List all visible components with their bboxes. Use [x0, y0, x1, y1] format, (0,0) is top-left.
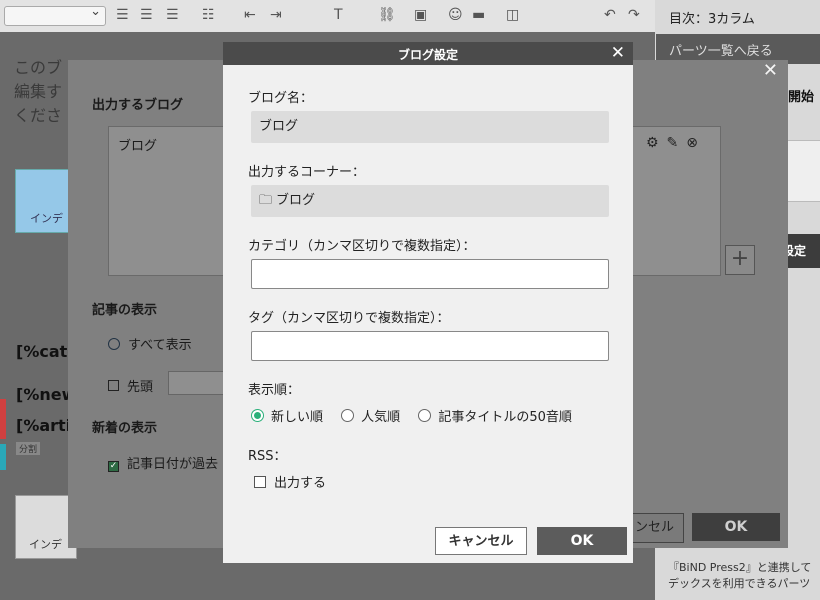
align-left-icon[interactable]: ☰ — [116, 7, 129, 23]
horizontal-rule-icon[interactable]: ▬ — [472, 7, 485, 23]
sort-popular-label: 人気順 — [361, 410, 401, 425]
panel-description-line1: 『BiND Press2』と連携して — [668, 561, 812, 574]
new-display-heading: 新着の表示 — [92, 421, 158, 436]
output-blog-heading: 出力するブログ — [92, 98, 184, 113]
tag-input[interactable] — [251, 331, 609, 361]
index-block-label: インデ — [30, 212, 63, 225]
rss-output-label: 出力する — [274, 476, 327, 491]
checkbox-checked-icon: ✓ — [108, 461, 119, 472]
cancel-button[interactable]: キャンセル — [435, 527, 527, 555]
split-tag[interactable]: 分割 — [16, 442, 41, 455]
panel-title: 目次：3カラム — [669, 12, 755, 27]
emoji-icon[interactable]: ☺ — [448, 7, 463, 23]
align-right-icon[interactable]: ☰ — [166, 7, 179, 23]
remove-icon[interactable]: ⊗ — [686, 135, 706, 151]
middle-ok-button[interactable]: OK — [692, 513, 780, 541]
blog-list-item[interactable]: ブログ — [118, 135, 157, 154]
checkbox-icon — [254, 476, 266, 488]
category-label: カテゴリ（カンマ区切りで複数指定）： — [248, 239, 476, 254]
middle-cancel-button[interactable]: ンセル — [626, 513, 684, 543]
radio-icon — [108, 338, 120, 350]
indent-increase-icon[interactable]: ⇥ — [270, 7, 282, 23]
radio-icon — [418, 409, 432, 422]
date-past-label: 記事日付が過去 — [127, 457, 219, 472]
back-to-parts-label: パーツ一覧へ戻る — [669, 44, 773, 59]
align-center-icon[interactable]: ☰ — [140, 7, 153, 23]
middle-cancel-label: ンセル — [635, 520, 675, 535]
link-icon[interactable]: ⛓ — [378, 7, 396, 23]
rss-label: RSS： — [248, 449, 287, 464]
panel-description: 『BiND Press2』と連携して デックスを利用できるパーツ — [668, 560, 820, 592]
text-format-icon[interactable]: T — [334, 7, 343, 23]
tag-label: タグ（カンマ区切りで複数指定）： — [248, 311, 450, 326]
folder-icon: 🗀 — [259, 193, 273, 208]
category-input[interactable] — [251, 259, 609, 289]
panel-start-label: 開始 — [788, 90, 815, 105]
image-icon[interactable]: ▣ — [414, 7, 427, 23]
first-count-input[interactable] — [168, 371, 230, 395]
sort-title-label: 記事タイトルの50音順 — [438, 410, 572, 425]
list-icon[interactable]: ☷ — [202, 7, 215, 23]
blog-settings-modal: ブログ設定 ✕ ブログ名： ブログ 出力するコーナー： 🗀 ブログ カテゴリ（カン… — [223, 42, 633, 563]
red-marker — [0, 399, 6, 439]
ok-button[interactable]: OK — [537, 527, 627, 555]
undo-icon[interactable]: ↶ — [604, 7, 616, 23]
editor-toolbar: ☰ ☰ ☰ ☷ ⇤ ⇥ T ⛓ ▣ ☺ ▬ ◫ ↶ ↷ — [0, 0, 655, 33]
gear-icon[interactable]: ⚙ — [646, 135, 667, 151]
corner-field: 🗀 ブログ — [251, 185, 609, 217]
sort-title-radio[interactable]: 記事タイトルの50音順 — [418, 406, 572, 425]
corner-value: ブログ — [276, 193, 316, 208]
corner-label: 出力するコーナー： — [248, 165, 366, 180]
close-icon[interactable]: ✕ — [763, 60, 778, 81]
sort-popular-radio[interactable]: 人気順 — [341, 406, 400, 425]
editor-text-line2: 編集す — [14, 82, 63, 101]
sort-order-label: 表示順： — [248, 383, 301, 398]
style-select[interactable] — [4, 4, 106, 26]
modal-title: ブログ設定 — [397, 48, 458, 62]
article-display-heading: 記事の表示 — [92, 303, 158, 318]
sort-order-group: 新しい順 人気順 記事タイトルの50音順 — [251, 406, 586, 425]
redo-icon[interactable]: ↷ — [628, 7, 640, 23]
display-all-radio[interactable]: すべて表示 — [108, 334, 192, 353]
index-block-label-2: インデ — [29, 538, 62, 551]
modal-header: ブログ設定 ✕ — [223, 42, 633, 65]
add-blog-button[interactable]: + — [725, 245, 755, 275]
date-past-checkbox[interactable]: ✓ 記事日付が過去 — [108, 453, 218, 472]
sort-newest-label: 新しい順 — [271, 410, 324, 425]
radio-checked-icon — [251, 409, 264, 422]
editor-text-line1: このブ — [14, 58, 63, 77]
sort-newest-radio[interactable]: 新しい順 — [251, 406, 323, 425]
cyan-marker — [0, 444, 6, 470]
editor-text: このブ 編集す くださ — [14, 56, 62, 128]
display-all-label: すべて表示 — [128, 338, 192, 353]
editor-text-line3: くださ — [14, 106, 63, 125]
first-label: 先頭 — [127, 380, 154, 395]
columns-icon[interactable]: ◫ — [506, 7, 519, 23]
checkbox-icon — [108, 380, 119, 391]
rss-output-checkbox[interactable]: 出力する — [254, 472, 326, 491]
indent-decrease-icon[interactable]: ⇤ — [244, 7, 256, 23]
panel-description-line2: デックスを利用できるパーツ — [668, 577, 811, 590]
first-checkbox[interactable]: 先頭 — [108, 376, 153, 395]
radio-icon — [341, 409, 355, 422]
blog-name-field: ブログ — [251, 111, 609, 143]
pencil-icon[interactable]: ✎ — [667, 135, 687, 151]
blog-name-label: ブログ名： — [248, 91, 314, 106]
close-icon[interactable]: ✕ — [611, 44, 625, 62]
